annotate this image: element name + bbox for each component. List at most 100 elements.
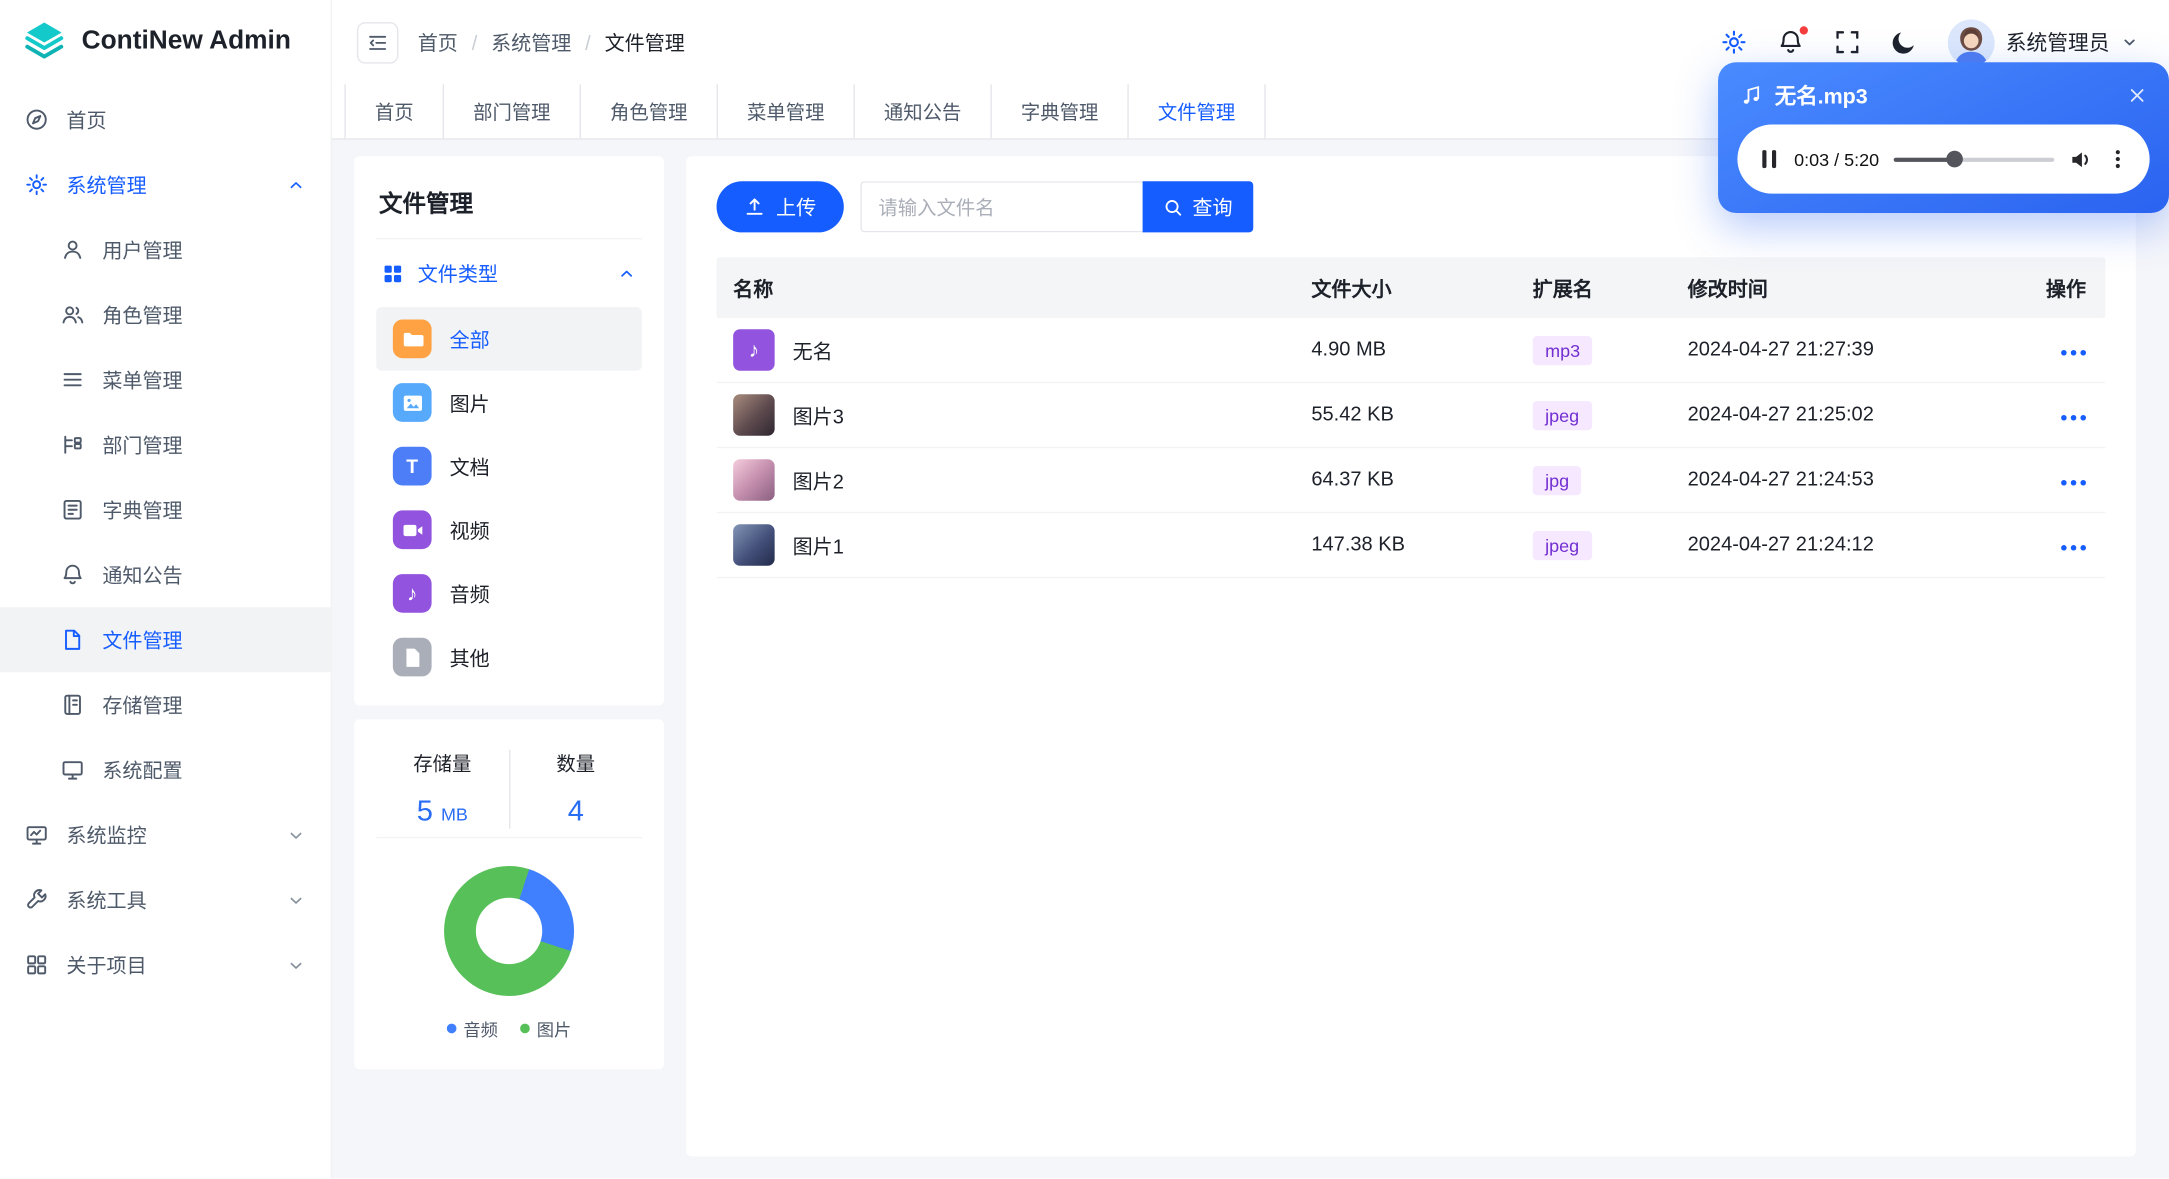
- row-actions-button[interactable]: [2061, 537, 2087, 556]
- sidebar-item-role-management[interactable]: 角色管理: [0, 282, 331, 347]
- pause-button[interactable]: [1760, 148, 1779, 170]
- file-type-audio[interactable]: ♪ 音频: [376, 562, 642, 626]
- tab-label: 角色管理: [610, 100, 688, 123]
- apps-grid-icon: [382, 262, 404, 284]
- column-header-size: 文件大小: [1311, 278, 1392, 301]
- sidebar-item-system-config[interactable]: 系统配置: [0, 737, 331, 802]
- row-actions-button[interactable]: [2061, 472, 2087, 491]
- sidebar-item-label: 首页: [66, 110, 107, 133]
- bell-icon: [61, 563, 85, 587]
- row-actions-button[interactable]: [2061, 342, 2087, 361]
- tab-label: 部门管理: [473, 100, 551, 123]
- file-type-label: 图片: [449, 393, 490, 416]
- sidebar-item-department-management[interactable]: 部门管理: [0, 412, 331, 477]
- file-type-card: 文件管理 文件类型 全部 图片 T 文档 视频 ♪ 音频 其他: [354, 156, 664, 706]
- file-table: 名称 文件大小 扩展名 修改时间 操作 ♪ 无名 4.90 MB mp3 202…: [716, 257, 2106, 579]
- chevron-down-icon: [286, 825, 305, 844]
- dark-mode-moon-icon[interactable]: [1891, 29, 1917, 55]
- storage-stats-card: 存储量 5 MB 数量 4 音频 图片: [354, 719, 664, 1070]
- sidebar-item-label: 菜单管理: [102, 370, 183, 393]
- file-type-image[interactable]: 图片: [376, 371, 642, 435]
- app-logo[interactable]: ContiNew Admin: [0, 0, 331, 83]
- file-type-document[interactable]: T 文档: [376, 434, 642, 498]
- sidebar-item-file-management[interactable]: 文件管理: [0, 607, 331, 673]
- tab-home[interactable]: 首页: [344, 84, 445, 139]
- chart-legend: 音频 图片: [376, 1015, 642, 1050]
- user-name: 系统管理员: [2005, 31, 2110, 56]
- row-actions-button[interactable]: [2061, 407, 2087, 426]
- tab-file-management[interactable]: 文件管理: [1129, 84, 1266, 139]
- breadcrumb-system-management[interactable]: 系统管理: [491, 28, 604, 57]
- image-icon: [392, 383, 432, 422]
- sidebar-item-label: 文件管理: [102, 630, 183, 653]
- seek-slider[interactable]: [1894, 150, 2055, 168]
- table-row[interactable]: ♪ 无名 4.90 MB mp3 2024-04-27 21:27:39: [716, 318, 2106, 384]
- query-button[interactable]: 查询: [1142, 181, 1254, 233]
- file-type-label: 视频: [449, 520, 490, 543]
- sidebar-item-home[interactable]: 首页: [0, 87, 331, 152]
- sidebar-item-dictionary-management[interactable]: 字典管理: [0, 477, 331, 542]
- sidebar-item-menu-management[interactable]: 菜单管理: [0, 347, 331, 412]
- storage-stat: 存储量 5 MB: [376, 750, 508, 829]
- legend-item-image[interactable]: 图片: [520, 1015, 571, 1041]
- sidebar-item-system-management[interactable]: 系统管理: [0, 152, 331, 217]
- breadcrumb-home[interactable]: 首页: [418, 28, 491, 57]
- search-icon: [1163, 197, 1182, 216]
- upload-button-label: 上传: [776, 197, 817, 220]
- file-type-group-header[interactable]: 文件类型: [376, 239, 642, 307]
- sidebar-collapse-button[interactable]: [356, 21, 399, 63]
- table-header-row: 名称 文件大小 扩展名 修改时间 操作: [716, 257, 2106, 319]
- legend-label: 音频: [463, 1020, 498, 1041]
- sidebar-item-system-tools[interactable]: 系统工具: [0, 867, 331, 932]
- legend-item-audio[interactable]: 音频: [446, 1015, 498, 1041]
- upload-button[interactable]: 上传: [716, 181, 844, 233]
- table-row[interactable]: 图片1 147.38 KB jpeg 2024-04-27 21:24:12: [716, 513, 2106, 579]
- close-icon[interactable]: [2128, 86, 2147, 105]
- wrench-icon: [25, 888, 49, 912]
- notification-bell-icon[interactable]: [1778, 24, 1810, 55]
- player-title: 无名.mp3: [1774, 85, 1868, 110]
- monitor-chart-icon: [25, 823, 49, 847]
- app-root: ContiNew Admin 首页 系统管理 用户管理 角色管理 菜单管理 部门…: [0, 0, 2169, 1179]
- home-icon: [25, 108, 49, 132]
- tab-label: 通知公告: [883, 100, 962, 123]
- breadcrumb: 首页 系统管理 文件管理: [418, 28, 685, 57]
- more-options-icon[interactable]: [2108, 148, 2127, 170]
- chevron-up-icon: [286, 175, 305, 194]
- stats-row: 存储量 5 MB 数量 4: [376, 744, 642, 837]
- sidebar-item-user-management[interactable]: 用户管理: [0, 217, 331, 282]
- monitor-icon: [61, 758, 85, 782]
- user-menu[interactable]: 系统管理员: [1947, 18, 2139, 66]
- sidebar: ContiNew Admin 首页 系统管理 用户管理 角色管理 菜单管理 部门…: [0, 0, 332, 1179]
- ext-badge: jpeg: [1532, 400, 1592, 430]
- tab-menu-management[interactable]: 菜单管理: [718, 84, 855, 139]
- volume-icon[interactable]: [2069, 147, 2093, 171]
- app-logo-icon: [21, 18, 68, 65]
- tab-notice[interactable]: 通知公告: [855, 84, 992, 139]
- file-list-card: 上传 查询 名称 文件大小 扩展名 修改时: [686, 156, 2136, 1157]
- table-row[interactable]: 图片2 64.37 KB jpg 2024-04-27 21:24:53: [716, 448, 2106, 514]
- settings-gear-icon[interactable]: [1721, 29, 1747, 55]
- file-type-other[interactable]: 其他: [376, 625, 642, 689]
- file-type-video[interactable]: 视频: [376, 498, 642, 562]
- file-type-label: 文档: [449, 457, 490, 480]
- image-thumbnail: [733, 459, 775, 501]
- file-name: 无名: [792, 340, 833, 364]
- tab-department-management[interactable]: 部门管理: [444, 84, 581, 139]
- tab-label: 字典管理: [1020, 100, 1099, 123]
- file-time: 2024-04-27 21:27:39: [1687, 338, 1874, 362]
- table-row[interactable]: 图片3 55.42 KB jpeg 2024-04-27 21:25:02: [716, 383, 2106, 449]
- seek-slider-thumb[interactable]: [1946, 150, 1964, 168]
- filename-search-input[interactable]: [860, 181, 1143, 233]
- tab-role-management[interactable]: 角色管理: [581, 84, 718, 139]
- fullscreen-icon[interactable]: [1834, 29, 1860, 55]
- player-header: 无名.mp3: [1737, 77, 2149, 124]
- sidebar-item-notice[interactable]: 通知公告: [0, 542, 331, 607]
- sidebar-item-storage-management[interactable]: 存储管理: [0, 672, 331, 737]
- sidebar-item-label: 关于项目: [66, 955, 147, 978]
- sidebar-item-label: 系统工具: [66, 890, 147, 913]
- sidebar-item-system-monitor[interactable]: 系统监控: [0, 802, 331, 867]
- tab-dictionary-management[interactable]: 字典管理: [992, 84, 1129, 139]
- sidebar-item-about-project[interactable]: 关于项目: [0, 932, 331, 997]
- file-type-all[interactable]: 全部: [376, 307, 642, 371]
